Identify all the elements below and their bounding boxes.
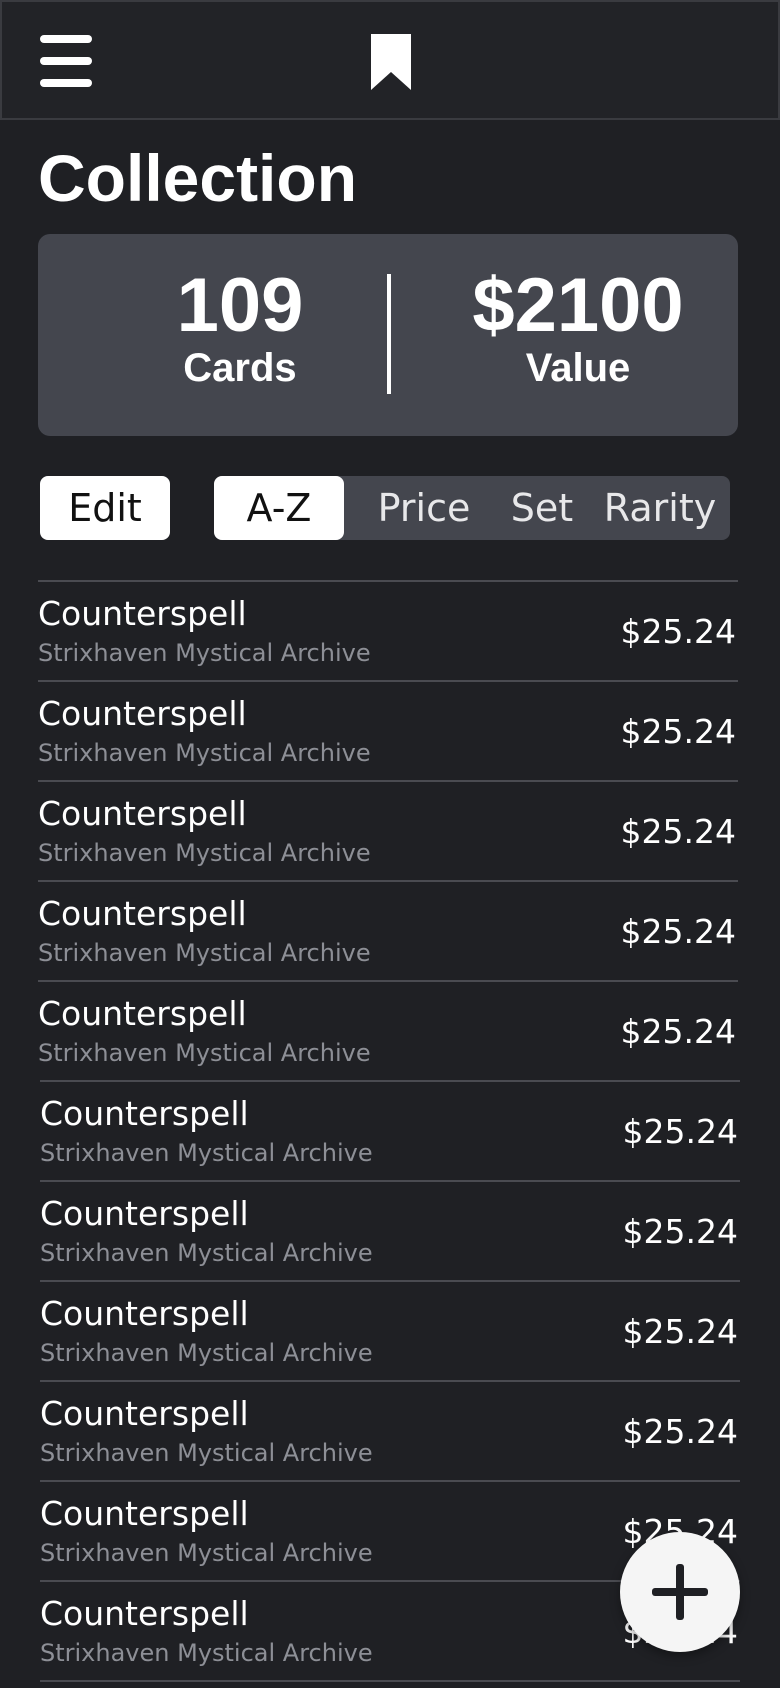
card-name: Counterspell — [38, 894, 247, 933]
card-row[interactable]: Counterspell Strixhaven Mystical Archive $… — [38, 680, 738, 780]
sort-option-price[interactable]: Price — [359, 476, 489, 540]
collection-summary-panel: 109 Cards $2100 Value — [38, 234, 738, 436]
card-set-name: Strixhaven Mystical Archive — [38, 839, 371, 867]
hamburger-menu-icon[interactable] — [40, 35, 92, 87]
card-price: $25.24 — [620, 712, 736, 751]
card-price: $25.24 — [620, 612, 736, 651]
card-price: $25.24 — [620, 812, 736, 851]
card-price: $25.24 — [622, 1412, 738, 1451]
cards-stat: 109 Cards — [110, 263, 370, 391]
card-name: Counterspell — [38, 594, 247, 633]
stats-divider — [387, 274, 391, 394]
card-set-name: Strixhaven Mystical Archive — [40, 1339, 373, 1367]
value-label: Value — [525, 346, 631, 390]
card-price: $25.24 — [620, 1012, 736, 1051]
card-set-name: Strixhaven Mystical Archive — [38, 939, 371, 967]
page-title: Collection — [38, 141, 358, 215]
add-card-button[interactable] — [620, 1532, 740, 1652]
list-bottom-divider — [40, 1680, 740, 1682]
card-name: Counterspell — [40, 1094, 249, 1133]
plus-icon — [652, 1564, 708, 1620]
card-set-name: Strixhaven Mystical Archive — [38, 639, 371, 667]
card-name: Counterspell — [40, 1494, 249, 1533]
card-name: Counterspell — [40, 1394, 249, 1433]
sort-option-a-z[interactable]: A-Z — [214, 476, 344, 540]
card-name: Counterspell — [40, 1594, 249, 1633]
sort-option-set[interactable]: Set — [494, 476, 590, 540]
card-row[interactable]: Counterspell Strixhaven Mystical Archive $… — [40, 1080, 740, 1180]
card-set-name: Strixhaven Mystical Archive — [38, 1039, 371, 1067]
card-name: Counterspell — [38, 694, 247, 733]
card-set-name: Strixhaven Mystical Archive — [40, 1639, 373, 1667]
card-set-name: Strixhaven Mystical Archive — [40, 1439, 373, 1467]
card-row[interactable]: Counterspell Strixhaven Mystical Archive $… — [40, 1180, 740, 1280]
card-row[interactable]: Counterspell Strixhaven Mystical Archive $… — [40, 1380, 740, 1480]
card-set-name: Strixhaven Mystical Archive — [40, 1139, 373, 1167]
edit-button[interactable]: Edit — [40, 476, 170, 540]
card-name: Counterspell — [38, 994, 247, 1033]
bookmark-icon[interactable] — [369, 32, 413, 92]
card-name: Counterspell — [38, 794, 247, 833]
card-row[interactable]: Counterspell Strixhaven Mystical Archive $… — [38, 580, 738, 680]
cards-count: 109 — [176, 263, 304, 348]
card-set-name: Strixhaven Mystical Archive — [38, 739, 371, 767]
card-name: Counterspell — [40, 1194, 249, 1233]
card-row[interactable]: Counterspell Strixhaven Mystical Archive $… — [38, 780, 738, 880]
card-set-name: Strixhaven Mystical Archive — [40, 1239, 373, 1267]
card-row[interactable]: Counterspell Strixhaven Mystical Archive $… — [40, 1280, 740, 1380]
card-row[interactable]: Counterspell Strixhaven Mystical Archive $… — [38, 880, 738, 980]
card-row[interactable]: Counterspell Strixhaven Mystical Archive $… — [38, 980, 738, 1080]
card-price: $25.24 — [622, 1112, 738, 1151]
collection-value: $2100 — [472, 263, 684, 348]
value-stat: $2100 Value — [423, 263, 733, 391]
card-price: $25.24 — [620, 912, 736, 951]
cards-label: Cards — [183, 346, 297, 390]
card-price: $25.24 — [622, 1312, 738, 1351]
sort-option-rarity[interactable]: Rarity — [590, 476, 730, 540]
sort-segmented-control: A-Z Price Set Rarity — [214, 476, 730, 540]
card-set-name: Strixhaven Mystical Archive — [40, 1539, 373, 1567]
card-name: Counterspell — [40, 1294, 249, 1333]
top-navigation-bar — [0, 0, 780, 120]
card-price: $25.24 — [622, 1212, 738, 1251]
